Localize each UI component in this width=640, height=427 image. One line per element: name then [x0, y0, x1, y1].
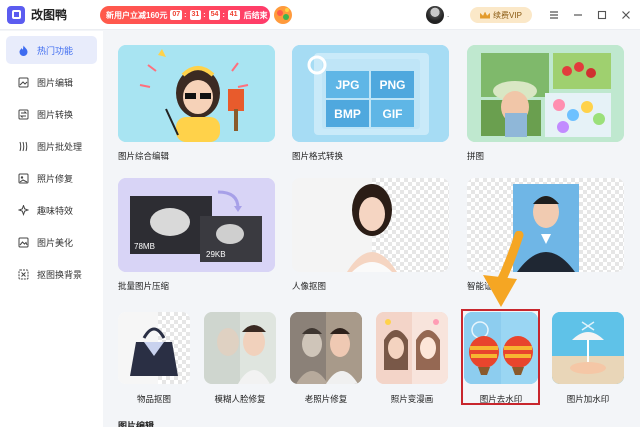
close-icon[interactable]: [618, 7, 634, 23]
sidebar: 热门功能 图片编辑 图片转换 图片批处理 照片修复 趣味特效 图片美化 抠图换背…: [0, 31, 103, 427]
card-add-watermark[interactable]: 图片加水印: [552, 312, 624, 406]
sidebar-item-label: 图片转换: [37, 109, 74, 120]
renew-vip-label: 续费VIP: [493, 10, 522, 20]
sparkle-icon: [18, 204, 29, 216]
blur-face-illustration: [204, 312, 276, 384]
card-image-editing[interactable]: 图片综合编辑: [118, 45, 275, 165]
sidebar-item-hot[interactable]: 热门功能: [6, 36, 97, 64]
card-thumbnail: [376, 312, 448, 384]
countdown-seconds: 41: [227, 10, 240, 20]
main-content: 图片综合编辑 JPG PNG BMP GIF 图片格式转换 拼图 78MB 29…: [103, 31, 640, 427]
sidebar-item-label: 热门功能: [37, 45, 74, 56]
section-title: 图片编辑: [118, 421, 155, 427]
card-label: 拼图: [467, 151, 485, 161]
sidebar-item-convert[interactable]: 图片转换: [6, 100, 97, 128]
sidebar-item-beautify[interactable]: 图片美化: [6, 228, 97, 256]
username[interactable]: .: [447, 10, 449, 19]
card-batch-compress[interactable]: 78MB 29KB 批量图片压缩: [118, 178, 275, 296]
renew-vip-button[interactable]: 续费VIP: [470, 7, 532, 23]
promo-banner[interactable]: 新用户立减160元 07: 31: 54: 41 后结束: [100, 6, 270, 24]
handbag-illustration: [118, 312, 190, 384]
countdown-hours: 31: [189, 10, 202, 20]
sidebar-item-repair[interactable]: 照片修复: [6, 164, 97, 192]
cutout-icon: [18, 269, 29, 280]
format-png: PNG: [371, 71, 414, 98]
crown-icon: [480, 11, 491, 19]
highlight-box: [461, 309, 540, 405]
batch-icon: [18, 141, 29, 152]
card-thumbnail: [118, 312, 190, 384]
card-label: 图片加水印: [566, 394, 610, 404]
sidebar-item-cutout[interactable]: 抠图换背景: [6, 260, 97, 288]
card-thumbnail: [292, 178, 449, 272]
format-bmp: BMP: [326, 100, 369, 127]
compressed-size: 29KB: [206, 250, 226, 259]
format-jpg: JPG: [326, 71, 369, 98]
card-label: 图片格式转换: [292, 151, 344, 161]
card-label: 物品抠图: [136, 394, 171, 404]
image-edit-icon: [18, 77, 29, 88]
arrow-down-icon: [483, 231, 524, 307]
maximize-icon[interactable]: [594, 7, 610, 23]
flame-icon: [18, 45, 29, 56]
comic-illustration: [376, 312, 448, 384]
format-gif: GIF: [371, 100, 414, 127]
avatar[interactable]: [426, 6, 444, 24]
promo-end-label: 后结束: [243, 10, 268, 20]
card-format-convert[interactable]: JPG PNG BMP GIF 图片格式转换: [292, 45, 449, 165]
card-label: 批量图片压缩: [118, 281, 170, 291]
sidebar-item-image-edit[interactable]: 图片编辑: [6, 68, 97, 96]
card-thumbnail: JPG PNG BMP GIF: [292, 45, 449, 142]
sidebar-item-label: 图片编辑: [37, 77, 74, 88]
format-tiles: JPG PNG BMP GIF: [326, 71, 414, 127]
sidebar-item-effects[interactable]: 趣味特效: [6, 196, 97, 224]
minimize-icon[interactable]: [570, 7, 586, 23]
card-label: 老照片修复: [304, 394, 348, 404]
gift-icon: [274, 6, 292, 24]
sidebar-item-label: 趣味特效: [37, 205, 74, 216]
girl-with-brush-illustration: [118, 45, 275, 142]
app-name: 改图鸭: [31, 8, 68, 22]
card-thumbnail: 78MB 29KB: [118, 178, 275, 272]
countdown-minutes: 54: [208, 10, 221, 20]
app-window: 改图鸭 新用户立减160元 07: 31: 54: 41 后结束 . 续费VIP: [0, 0, 640, 427]
card-label: 模糊人脸修复: [214, 394, 266, 404]
compress-illustration: [118, 178, 275, 272]
card-label: 照片变漫画: [390, 394, 434, 404]
card-thumbnail: [204, 312, 276, 384]
menu-icon[interactable]: [546, 7, 562, 23]
card-thumbnail: [118, 45, 275, 142]
sidebar-item-batch[interactable]: 图片批处理: [6, 132, 97, 160]
countdown-days: 07: [170, 10, 183, 20]
card-label: 人像抠图: [292, 281, 327, 291]
beautify-icon: [18, 237, 29, 248]
card-thumbnail: [552, 312, 624, 384]
card-portrait-cutout[interactable]: 人像抠图: [292, 178, 449, 296]
original-size: 78MB: [134, 242, 155, 251]
card-label: 图片综合编辑: [118, 151, 170, 161]
app-logo-icon: [7, 5, 25, 24]
sidebar-item-label: 照片修复: [37, 173, 74, 184]
promo-text: 新用户立减160元: [106, 10, 168, 20]
card-photo-to-comic[interactable]: 照片变漫画: [376, 312, 448, 406]
convert-icon: [18, 109, 29, 120]
collage-illustration: [467, 45, 624, 142]
portrait-illustration: [292, 178, 449, 272]
card-object-cutout[interactable]: 物品抠图: [118, 312, 190, 406]
sidebar-item-label: 抠图换背景: [37, 269, 83, 280]
sidebar-item-label: 图片美化: [37, 237, 74, 248]
card-collage[interactable]: 拼图: [467, 45, 624, 165]
card-old-photo-repair[interactable]: 老照片修复: [290, 312, 362, 406]
old-photo-illustration: [290, 312, 362, 384]
repair-icon: [18, 173, 29, 184]
card-thumbnail: [467, 45, 624, 142]
card-thumbnail: [290, 312, 362, 384]
title-bar: 改图鸭 新用户立减160元 07: 31: 54: 41 后结束 . 续费VIP: [0, 0, 640, 30]
card-blur-face-repair[interactable]: 模糊人脸修复: [204, 312, 276, 406]
sidebar-item-label: 图片批处理: [37, 141, 83, 152]
beach-illustration: [552, 312, 624, 384]
